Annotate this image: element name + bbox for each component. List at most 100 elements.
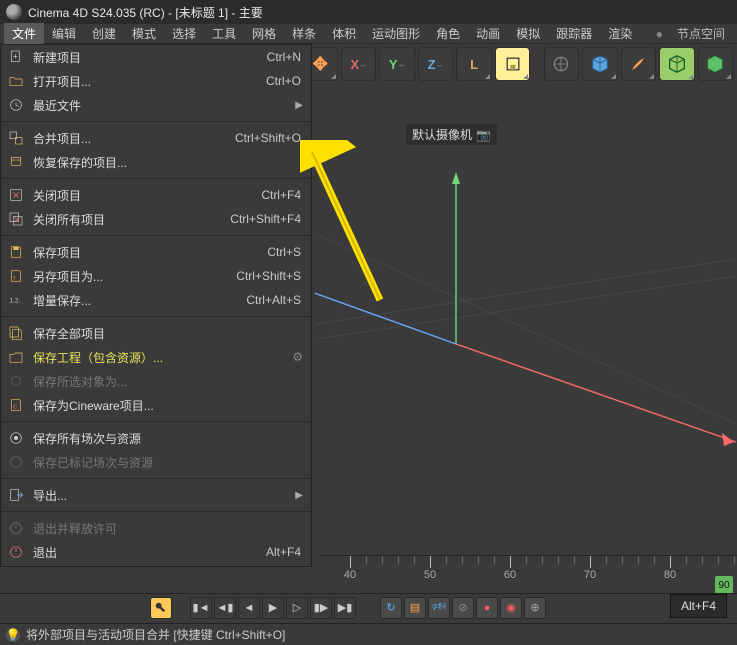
ruler-label: 60 [504,569,516,581]
close-icon [7,186,25,204]
viewport[interactable]: 默认摄像机 📷 [315,84,737,564]
file-menu-item-12[interactable]: 1.2.增量保存...Ctrl+Alt+S [1,288,311,312]
autokey-toggle-button[interactable]: ◉ [500,597,522,619]
file-menu-item-5[interactable]: 恢复保存的项目... [1,150,311,174]
menu-shortcut: Ctrl+O [266,74,305,88]
sound-button[interactable]: 🕬 [428,597,450,619]
menu-item-0[interactable]: 文件 [4,23,44,44]
file-menu-item-15[interactable]: 保存工程（包含资源）...⚙ [1,345,311,369]
menu-separator [1,511,311,512]
restore-icon [7,153,25,171]
menu-item-12[interactable]: 模拟 [508,23,548,44]
merge-icon [7,129,25,147]
file-menu-item-2[interactable]: 最近文件▶ [1,93,311,117]
keyselect-button[interactable]: ⊕ [524,597,546,619]
menu-shortcut: Ctrl+N [267,50,305,64]
ruler-label: 50 [424,569,436,581]
menu-item-9[interactable]: 运动图形 [364,23,428,44]
file-menu-item-20: 保存已标记场次与资源 [1,450,311,474]
gear-icon[interactable]: ⚙ [292,350,305,364]
file-menu-item-24[interactable]: 退出并释放许可 [1,516,311,540]
cube-tool-button[interactable] [582,47,617,81]
menu-item-8[interactable]: 体积 [324,23,364,44]
playback-controls: ▮◄ ◄▮ ◄ ▶ ▷ ▮▶ ▶▮ ↻ ▤ 🕬 ⊘ ● ◉ ⊕ [0,593,737,621]
ruler-label: 80 [664,569,676,581]
viewport-camera-label[interactable]: 默认摄像机 📷 [406,124,497,145]
menu-item-3[interactable]: 模式 [124,23,164,44]
menu-item-14[interactable]: 渲染 [600,23,640,44]
object-tool-button[interactable] [659,47,694,81]
menu-item-4[interactable]: 选择 [164,23,204,44]
axis-z-button[interactable]: Z↔ [418,47,453,81]
menu-item-label: 保存所有场次与资源 [33,430,305,447]
go-prevkey-button[interactable]: ◄▮ [214,597,236,619]
submenu-arrow-icon: ▶ [295,100,305,111]
menu-item-6[interactable]: 网格 [244,23,284,44]
file-menu-item-25[interactable]: 退出Alt+F4 [1,540,311,564]
menu-item-1[interactable]: 编辑 [44,23,84,44]
step-forward-button[interactable]: ▷ [286,597,308,619]
ruler-label: 70 [584,569,596,581]
file-menu-item-10[interactable]: 保存项目Ctrl+S [1,240,311,264]
menu-separator [1,421,311,422]
menu-item-10[interactable]: 角色 [428,23,468,44]
timeline-ruler[interactable]: 4050607080 90 [320,555,737,580]
file-menu-item-8[interactable]: 关闭所有项目Ctrl+Shift+F4 [1,207,311,231]
menu-shortcut: Ctrl+Shift+O [235,131,305,145]
file-menu-item-1[interactable]: 打开项目...Ctrl+O [1,69,311,93]
menu-item-7[interactable]: 样条 [284,23,324,44]
menu-shortcut: Ctrl+F4 [261,188,305,202]
axis-l-button[interactable]: L [456,47,491,81]
menu-item-2[interactable]: 创建 [84,23,124,44]
svg-text:?: ? [13,276,16,282]
file-menu-item-19[interactable]: 保存所有场次与资源 [1,426,311,450]
play-button[interactable]: ▶ [262,597,284,619]
menu-separator [1,478,311,479]
fcurve-button[interactable]: ▤ [404,597,426,619]
step-back-button[interactable]: ◄ [238,597,260,619]
menu-shortcut: Ctrl+Shift+F4 [230,212,305,226]
file-menu-item-17[interactable]: C保存为Cineware项目... [1,393,311,417]
menu-item-nodespace[interactable]: 节点空间 [669,23,733,44]
file-menu-item-4[interactable]: 合并项目...Ctrl+Shift+O [1,126,311,150]
key-autokey-button[interactable] [150,597,172,619]
axis-y-button[interactable]: Y↔ [379,47,414,81]
save-icon [7,243,25,261]
menu-bar: 文件编辑创建模式选择工具网格样条体积运动图形角色动画模拟跟踪器渲染 ●节点空间 [0,24,737,44]
brush-tool-button[interactable] [621,47,656,81]
go-end-button[interactable]: ▶▮ [334,597,356,619]
file-menu-item-14[interactable]: 保存全部项目 [1,321,311,345]
save-assets-icon [7,348,25,366]
menu-item-11[interactable]: 动画 [468,23,508,44]
save-cineware-icon: C [7,396,25,414]
axis-x-button[interactable]: X↔ [341,47,376,81]
world-mode-button[interactable] [544,47,579,81]
menu-item-5[interactable]: 工具 [204,23,244,44]
disable-button[interactable]: ⊘ [452,597,474,619]
quit-icon [7,543,25,561]
record-button[interactable]: ● [476,597,498,619]
app-icon [6,4,22,20]
loop-button[interactable]: ↻ [380,597,402,619]
svg-text:C: C [13,404,17,410]
menu-item-label: 另存项目为... [33,268,228,285]
coord-mode-button[interactable] [495,47,530,81]
timeline-cursor[interactable]: 90 [715,576,733,594]
file-menu-item-16: 保存所选对象为... [1,369,311,393]
go-start-button[interactable]: ▮◄ [190,597,212,619]
file-menu-item-22[interactable]: 导出...▶ [1,483,311,507]
go-nextkey-button[interactable]: ▮▶ [310,597,332,619]
menu-item-label: 导出... [33,487,287,504]
file-menu-item-0[interactable]: 新建项目 Ctrl+N [1,45,311,69]
tooltip: Alt+F4 [670,594,727,618]
menu-separator [1,121,311,122]
menu-separator [1,316,311,317]
deformer-tool-button[interactable] [698,47,733,81]
node-space-indicator: ● [650,27,669,41]
menu-item-13[interactable]: 跟踪器 [548,23,600,44]
menu-item-label: 新建项目 [33,49,259,66]
file-menu-item-7[interactable]: 关闭项目Ctrl+F4 [1,183,311,207]
ruler-label: 40 [344,569,356,581]
save-all-icon [7,324,25,342]
file-menu-item-11[interactable]: ?另存项目为...Ctrl+Shift+S [1,264,311,288]
